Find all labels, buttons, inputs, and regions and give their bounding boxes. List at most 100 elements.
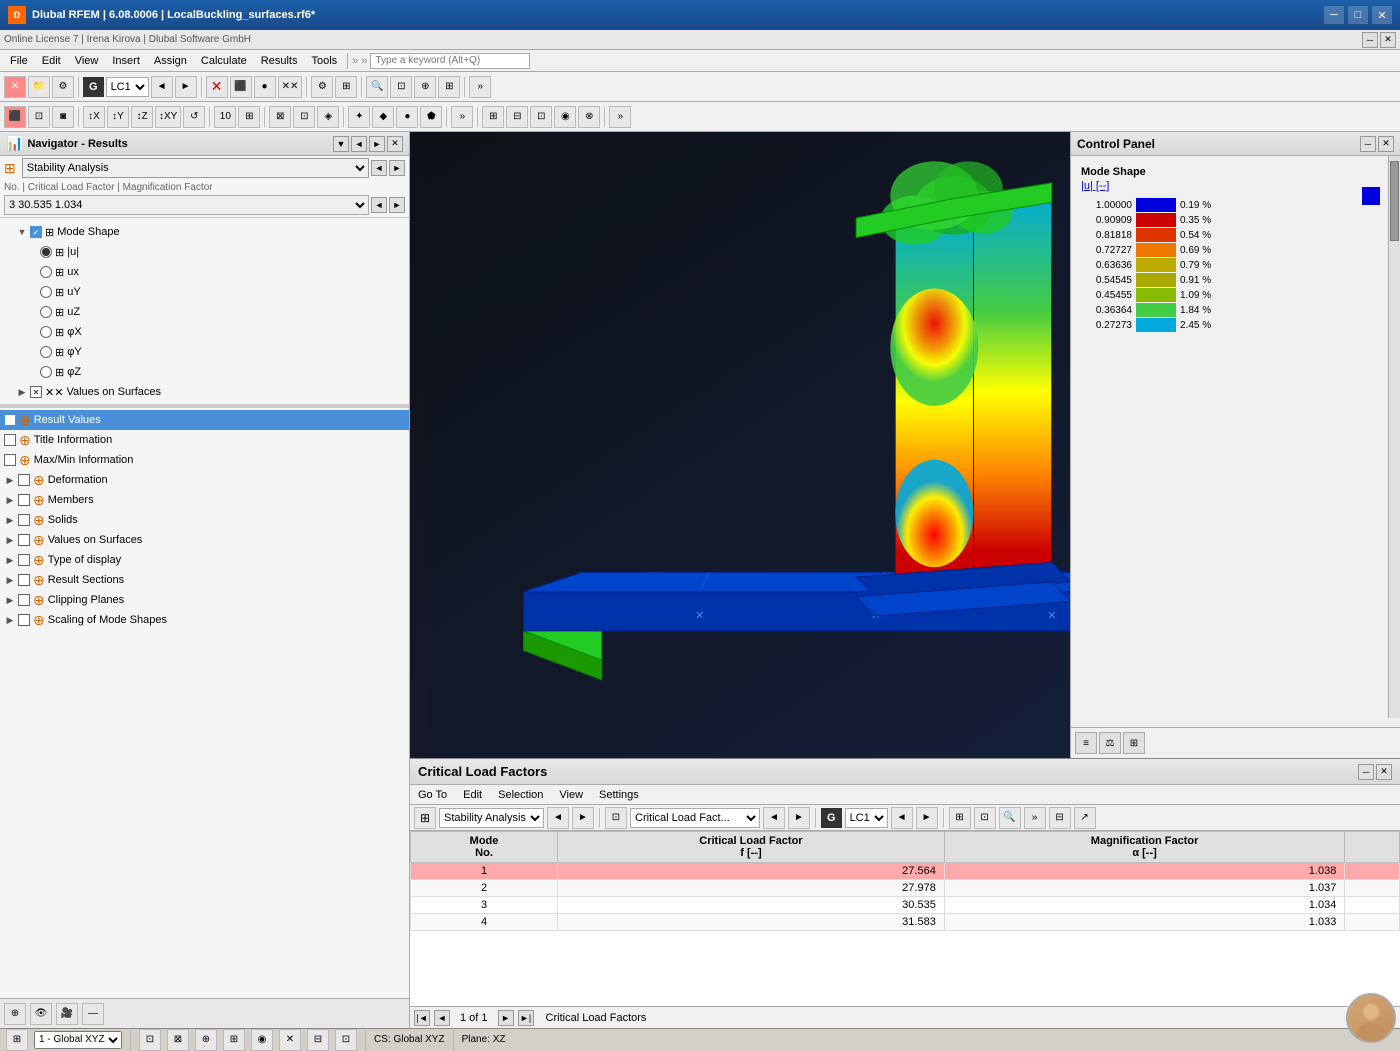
- cb-type-display[interactable]: [18, 554, 30, 566]
- radio-phiz[interactable]: [40, 366, 52, 378]
- 3d-view[interactable]: ✕ ✕ ✕: [410, 132, 1400, 758]
- cb-result-sections[interactable]: [18, 574, 30, 586]
- result-item-clipping[interactable]: ▶ ⊕ Clipping Planes: [0, 590, 409, 610]
- table-menu-selection[interactable]: Selection: [494, 788, 547, 802]
- tb2-btn17[interactable]: ⊡: [530, 106, 552, 128]
- result-item-solids[interactable]: ▶ ⊕ Solids: [0, 510, 409, 530]
- result-item-maxmin[interactable]: ⊕ Max/Min Information: [0, 450, 409, 470]
- tb-nav-next[interactable]: ►: [175, 76, 197, 98]
- tb2-btn4[interactable]: ↕Y: [107, 106, 129, 128]
- status-icon4[interactable]: ⊕: [195, 1029, 217, 1051]
- page-prev[interactable]: ◄: [434, 1010, 450, 1026]
- nav-icon3[interactable]: 🎥: [56, 1003, 78, 1025]
- tb-btn8[interactable]: ⊞: [335, 76, 357, 98]
- tb2-more2[interactable]: »: [609, 106, 631, 128]
- table-menu-settings[interactable]: Settings: [595, 788, 643, 802]
- search-input[interactable]: [370, 53, 530, 69]
- tb2-btn10[interactable]: ◈: [317, 106, 339, 128]
- tt-icon[interactable]: ⊞: [414, 807, 436, 829]
- menu-file[interactable]: File: [4, 53, 34, 69]
- analysis-next[interactable]: ►: [389, 160, 405, 176]
- tb2-btn8[interactable]: ⊠: [269, 106, 291, 128]
- nav-close-btn[interactable]: ✕: [387, 136, 403, 152]
- tb-btn4[interactable]: ⬛: [230, 76, 252, 98]
- table-row[interactable]: 1 27.564 1.038: [411, 863, 1400, 880]
- menu-calculate[interactable]: Calculate: [195, 53, 253, 69]
- tb2-btn19[interactable]: ⊗: [578, 106, 600, 128]
- status-icon6[interactable]: ◉: [251, 1029, 273, 1051]
- nav-icon1[interactable]: ⊕: [4, 1003, 26, 1025]
- page-first[interactable]: |◄: [414, 1010, 430, 1026]
- cb-mode-shape[interactable]: ✓: [30, 226, 42, 238]
- tb2-btn11[interactable]: ✦: [348, 106, 370, 128]
- tb-nav-prev[interactable]: ◄: [151, 76, 173, 98]
- tb2-btn18[interactable]: ◉: [554, 106, 576, 128]
- cb-deformation[interactable]: [18, 474, 30, 486]
- result-item-members[interactable]: ▶ ⊕ Members: [0, 490, 409, 510]
- tt-analysis-next[interactable]: ►: [572, 807, 594, 829]
- tb-btn5[interactable]: ●: [254, 76, 276, 98]
- tb2-btn7[interactable]: ⊞: [238, 106, 260, 128]
- cp-icon3[interactable]: ⊞: [1123, 732, 1145, 754]
- tb2-more[interactable]: »: [451, 106, 473, 128]
- tb2-btn14[interactable]: ⬟: [420, 106, 442, 128]
- tt-btn2[interactable]: ⊡: [974, 807, 996, 829]
- tb-btn9[interactable]: 🔍: [366, 76, 388, 98]
- tb-btn-x[interactable]: ✕: [206, 76, 228, 98]
- menu-view[interactable]: View: [69, 53, 105, 69]
- result-item-values-surfaces2[interactable]: ▶ ⊕ Values on Surfaces: [0, 530, 409, 550]
- tb2-btn9[interactable]: ⊡: [293, 106, 315, 128]
- radio-uy[interactable]: [40, 286, 52, 298]
- tree-phiz[interactable]: ⊞ φZ: [0, 362, 409, 382]
- status-icon3[interactable]: ⊠: [167, 1029, 189, 1051]
- tree-ux[interactable]: ⊞ ux: [0, 262, 409, 282]
- status-icon8[interactable]: ⊟: [307, 1029, 329, 1051]
- cp-scrollbar-thumb[interactable]: [1390, 161, 1399, 241]
- table-minimize[interactable]: ─: [1358, 764, 1374, 780]
- cp-minimize[interactable]: ─: [1360, 136, 1376, 152]
- nav-icon4[interactable]: —: [82, 1003, 104, 1025]
- table-row[interactable]: 3 30.535 1.034: [411, 897, 1400, 914]
- tree-mode-shape[interactable]: ▼ ✓ ⊞ Mode Shape: [0, 222, 409, 242]
- tt-result-prev[interactable]: ◄: [763, 807, 785, 829]
- tb-btn3[interactable]: ⚙: [52, 76, 74, 98]
- menu-edit[interactable]: Edit: [36, 53, 67, 69]
- lc-selector[interactable]: LC1: [106, 77, 149, 97]
- table-row[interactable]: 2 27.978 1.037: [411, 880, 1400, 897]
- tt-analysis-prev[interactable]: ◄: [547, 807, 569, 829]
- tb2-btn5[interactable]: ↕Z: [131, 106, 153, 128]
- cb-result-values[interactable]: [4, 414, 16, 426]
- radio-abs-u[interactable]: [40, 246, 52, 258]
- tree-abs-u[interactable]: ⊞ |u|: [0, 242, 409, 262]
- cp-close[interactable]: ✕: [1378, 136, 1394, 152]
- tb-btn7[interactable]: ⚙: [311, 76, 333, 98]
- cb-values-surfaces[interactable]: ✕: [30, 386, 42, 398]
- tt-result-select[interactable]: Critical Load Fact...: [630, 808, 760, 828]
- page-next[interactable]: ►: [498, 1010, 514, 1026]
- tb2-btn1[interactable]: ⊡: [28, 106, 50, 128]
- tree-uz[interactable]: ⊞ uZ: [0, 302, 409, 322]
- tt-btn4[interactable]: ⊟: [1049, 807, 1071, 829]
- tree-uy[interactable]: ⊞ uY: [0, 282, 409, 302]
- cb-maxmin[interactable]: [4, 454, 16, 466]
- license-minimize[interactable]: ─: [1362, 32, 1378, 48]
- cb-values-surfaces2[interactable]: [18, 534, 30, 546]
- result-item-type-display[interactable]: ▶ ⊕ Type of display: [0, 550, 409, 570]
- status-icon9[interactable]: ⊡: [335, 1029, 357, 1051]
- tb2-btn16[interactable]: ⊟: [506, 106, 528, 128]
- table-row[interactable]: 4 31.583 1.033: [411, 914, 1400, 931]
- table-menu-edit[interactable]: Edit: [459, 788, 486, 802]
- tb-btn12[interactable]: ⊞: [438, 76, 460, 98]
- close-button[interactable]: ✕: [1372, 6, 1392, 24]
- tb-new[interactable]: ✕: [4, 76, 26, 98]
- tt-btn3[interactable]: 🔍: [999, 807, 1021, 829]
- tree-phix[interactable]: ⊞ φX: [0, 322, 409, 342]
- tt-result-icon[interactable]: ⊡: [605, 807, 627, 829]
- menu-results[interactable]: Results: [255, 53, 304, 69]
- cb-members[interactable]: [18, 494, 30, 506]
- result-item-result-values[interactable]: ⊕ Result Values: [0, 410, 409, 430]
- tt-result-next[interactable]: ►: [788, 807, 810, 829]
- nav-next-btn[interactable]: ►: [369, 136, 385, 152]
- tt-lc-prev[interactable]: ◄: [891, 807, 913, 829]
- cb-title-info[interactable]: [4, 434, 16, 446]
